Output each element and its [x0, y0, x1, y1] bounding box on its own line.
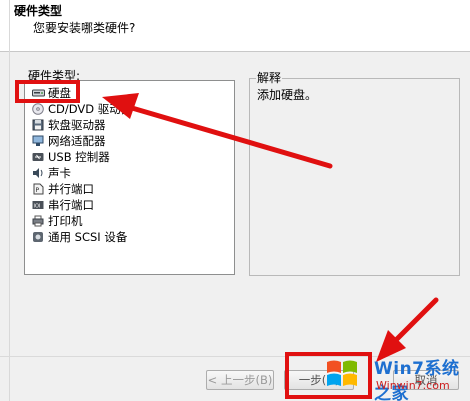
arrow-to-next	[393, 297, 439, 343]
list-item-cd-dvd[interactable]: CD/DVD 驱动器	[32, 101, 132, 117]
list-item-sound-card[interactable]: 声卡	[32, 165, 71, 181]
windows-flag-logo	[327, 360, 357, 386]
list-item-label: 串行端口	[48, 198, 94, 212]
header-title: 硬件类型	[14, 4, 63, 18]
list-item-label: 通用 SCSI 设备	[48, 230, 128, 244]
list-item-printer[interactable]: 打印机	[32, 213, 83, 229]
header-subtitle: 您要安装哪类硬件?	[33, 21, 136, 35]
highlight-box-hard-disk	[15, 80, 80, 103]
list-item-floppy[interactable]: 软盘驱动器	[32, 117, 106, 133]
list-item-label: 软盘驱动器	[48, 118, 106, 132]
parallel-port-icon: P	[33, 183, 44, 195]
list-item-label: 声卡	[48, 166, 71, 180]
explanation-text: 添加硬盘。	[257, 88, 318, 102]
floppy-icon	[32, 119, 44, 131]
svg-text:P: P	[36, 187, 40, 194]
cd-dvd-icon	[32, 103, 44, 115]
explanation-group	[249, 78, 460, 276]
list-item-scsi-device[interactable]: 通用 SCSI 设备	[32, 229, 127, 245]
list-item-label: 打印机	[48, 214, 83, 228]
watermark-url: Winwin7.com	[376, 379, 450, 392]
serial-port-icon: IOI	[32, 201, 44, 210]
wizard-header: 硬件类型 您要安装哪类硬件?	[0, 0, 470, 52]
watermark: Win7系统之家 Winwin7.com	[318, 352, 468, 401]
list-item-serial-port[interactable]: IOI 串行端口	[32, 197, 94, 213]
network-adapter-icon	[32, 135, 44, 146]
list-item-label: CD/DVD 驱动器	[48, 102, 133, 116]
left-border-line	[9, 0, 10, 401]
list-item-network-adapter[interactable]: 网络适配器	[32, 133, 106, 149]
list-item-label: 网络适配器	[48, 134, 106, 148]
explanation-label: 解释	[256, 69, 283, 86]
printer-icon	[32, 215, 44, 227]
svg-text:IOI: IOI	[34, 204, 41, 210]
usb-icon	[32, 153, 44, 161]
list-item-parallel-port[interactable]: P 并行端口	[32, 181, 94, 197]
list-item-label: 并行端口	[48, 182, 94, 196]
scsi-device-icon	[33, 232, 43, 242]
list-item-usb-controller[interactable]: USB 控制器	[32, 149, 110, 165]
list-item-label: USB 控制器	[48, 150, 110, 164]
watermark-title: Win7系统之家	[374, 359, 460, 401]
hardware-type-list[interactable]: 硬盘 CD/DVD 驱动器 软盘驱动器 网络适配器 USB 控制器 声卡 P 并…	[24, 80, 235, 275]
sound-card-icon	[33, 168, 43, 178]
back-button[interactable]: < 上一步(B)	[206, 370, 274, 390]
